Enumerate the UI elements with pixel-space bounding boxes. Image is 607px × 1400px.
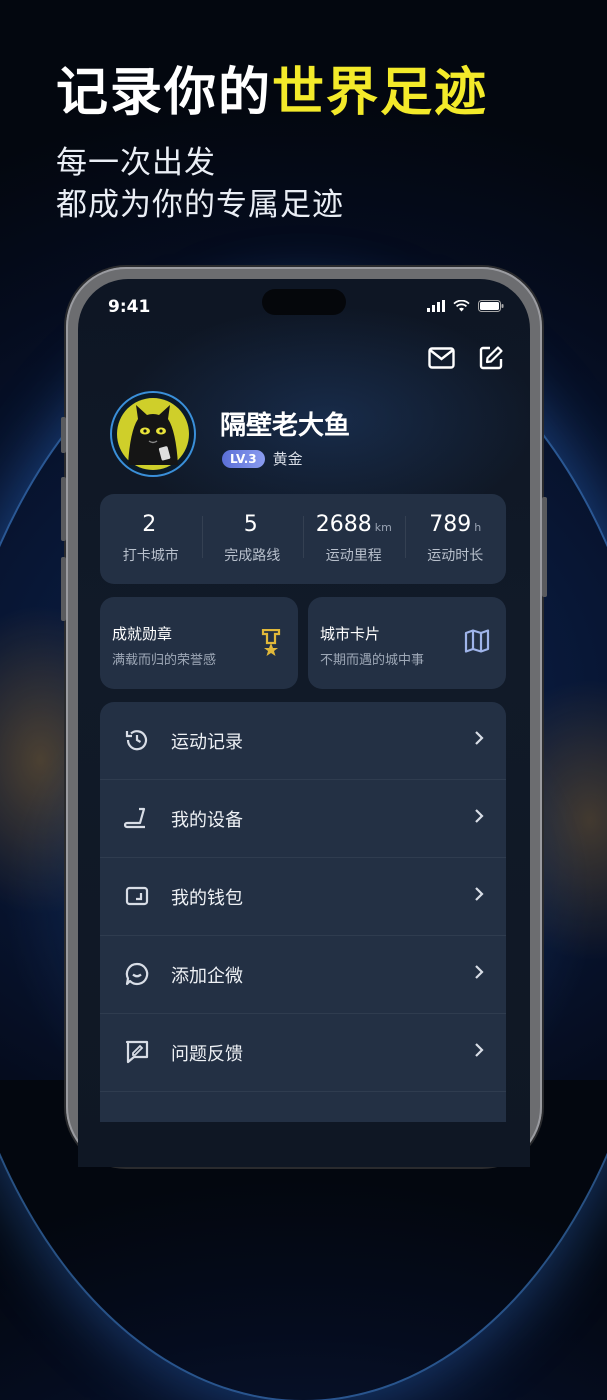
stat-label: 完成路线 — [224, 548, 281, 564]
chevron-right-icon — [475, 965, 484, 979]
treadmill-icon — [124, 807, 146, 829]
hero-subtitle: 每一次出发 都成为你的专属足迹 — [56, 142, 488, 226]
hero-subtitle-line1: 每一次出发 — [56, 145, 216, 181]
level-name: 黄金 — [272, 450, 303, 468]
menu-item-feedback[interactable]: 问题反馈 — [100, 1014, 506, 1092]
mail-button[interactable] — [426, 343, 456, 373]
stats-panel: 2 打卡城市 5 完成路线 2688 km 运动里程 789 h 运动时长 — [100, 494, 506, 584]
stat-unit: km — [374, 521, 392, 534]
menu-list: 运动记录 我的设备 我的钱包 添加企微 问题反馈 — [100, 702, 506, 1122]
stat-value: 2 — [142, 512, 157, 537]
menu-item-label: 我的钱包 — [171, 888, 243, 909]
hero-text: 记录你的世界足迹 每一次出发 都成为你的专属足迹 — [56, 58, 488, 226]
stat-label: 运动里程 — [325, 548, 382, 564]
profile-header: 隔壁老大鱼 LV.3 黄金 — [110, 391, 510, 481]
hero-title: 记录你的世界足迹 — [56, 58, 488, 128]
phone-side-button — [542, 497, 547, 597]
chevron-right-icon — [475, 731, 484, 745]
achievement-card[interactable]: 成就勋章 满载而归的荣誉感 — [100, 597, 298, 689]
stat-distance[interactable]: 2688 km 运动里程 — [303, 494, 405, 584]
chevron-right-icon — [475, 1043, 484, 1057]
level-row: LV.3 黄金 — [222, 448, 303, 469]
mail-icon — [427, 347, 455, 369]
status-icons — [427, 300, 504, 312]
menu-item-label: 运动记录 — [171, 732, 243, 753]
menu-item-label: 问题反馈 — [171, 1044, 243, 1065]
chevron-right-icon — [475, 809, 484, 823]
wallet-icon — [125, 886, 149, 906]
battery-icon — [478, 300, 504, 312]
phone-side-button — [61, 557, 66, 621]
menu-item-workout-history[interactable]: 运动记录 — [100, 702, 506, 780]
stat-unit: h — [474, 521, 482, 534]
wifi-icon — [453, 300, 470, 312]
menu-item-label: 我的设备 — [171, 810, 243, 831]
card-title: 城市卡片 — [320, 625, 381, 643]
card-subtitle: 满载而归的荣誉感 — [112, 653, 217, 668]
edit-button[interactable] — [476, 343, 506, 373]
status-time: 9:41 — [108, 297, 151, 317]
card-subtitle: 不期而遇的城中事 — [320, 653, 425, 668]
stat-label: 运动时长 — [427, 548, 484, 564]
stat-value: 2688 — [315, 512, 372, 537]
edit-icon — [479, 346, 503, 370]
phone-frame: 9:41 隔壁老大鱼 LV.3 黄金 2 打卡城市 5 完成路线 2688 km… — [61, 267, 547, 1167]
feedback-icon — [125, 1040, 149, 1064]
stat-completed-routes[interactable]: 5 完成路线 — [201, 494, 304, 584]
level-badge: LV.3 — [222, 449, 265, 468]
avatar[interactable] — [110, 391, 196, 477]
hero-title-highlight: 世界足迹 — [272, 63, 489, 123]
chevron-right-icon — [475, 887, 484, 901]
stat-label: 打卡城市 — [122, 548, 179, 564]
stat-value: 5 — [243, 512, 258, 537]
black-cat-avatar-icon — [117, 398, 189, 470]
medal-icon — [261, 629, 281, 656]
stat-value: 789 — [429, 512, 472, 537]
hero-title-main: 记录你的 — [56, 63, 273, 123]
hero-subtitle-line2: 都成为你的专属足迹 — [56, 187, 344, 223]
phone-side-button — [61, 417, 66, 453]
phone-side-button — [61, 477, 66, 541]
menu-item-my-wallet[interactable]: 我的钱包 — [100, 858, 506, 936]
profile-username: 隔壁老大鱼 — [220, 411, 351, 441]
top-actions — [426, 343, 506, 373]
city-card[interactable]: 城市卡片 不期而遇的城中事 — [308, 597, 506, 689]
stat-duration[interactable]: 789 h 运动时长 — [404, 494, 507, 584]
chat-smile-icon — [125, 962, 149, 986]
card-title: 成就勋章 — [112, 625, 173, 643]
feature-cards: 成就勋章 满载而归的荣誉感 城市卡片 不期而遇的城中事 — [100, 597, 506, 689]
status-bar: 9:41 — [78, 297, 530, 321]
signal-icon — [427, 300, 445, 312]
menu-item-add-wecom[interactable]: 添加企微 — [100, 936, 506, 1014]
menu-item-my-devices[interactable]: 我的设备 — [100, 780, 506, 858]
stat-checkin-cities[interactable]: 2 打卡城市 — [100, 494, 202, 584]
app-screen: 9:41 隔壁老大鱼 LV.3 黄金 2 打卡城市 5 完成路线 2688 km… — [78, 279, 530, 1167]
map-icon — [464, 629, 490, 653]
history-icon — [125, 730, 148, 751]
menu-item-label: 添加企微 — [171, 966, 243, 987]
